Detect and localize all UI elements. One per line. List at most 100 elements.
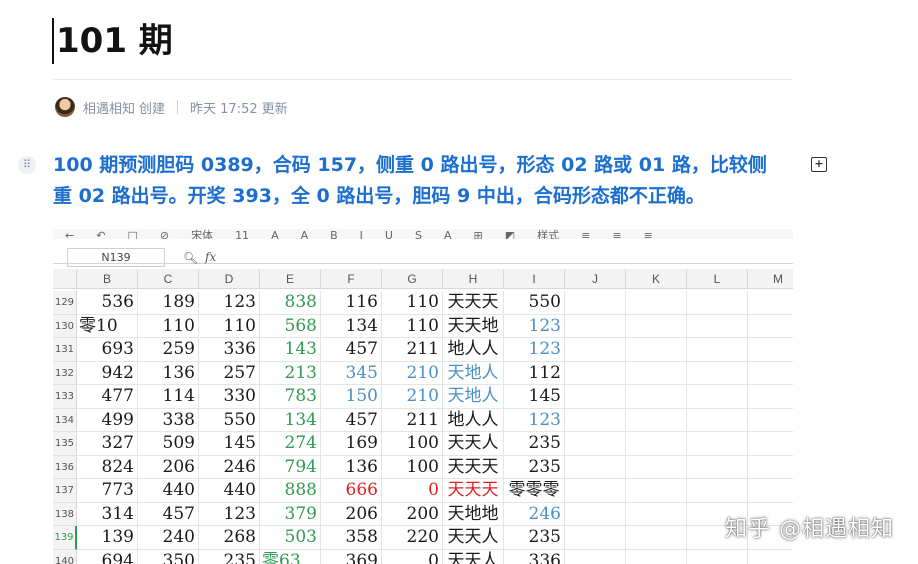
table-cell: 136 [321, 455, 382, 479]
table-cell: 145 [504, 385, 565, 409]
add-comment-icon[interactable]: + [811, 157, 827, 172]
table-cell: 213 [260, 361, 321, 385]
table-cell: 457 [321, 338, 382, 362]
author-name[interactable]: 相遇相知 [83, 98, 135, 117]
column-header-M: M [748, 269, 793, 289]
page-title: 101 期 [52, 18, 173, 64]
table-cell [748, 479, 793, 503]
update-time: 昨天 17:52 [190, 101, 258, 117]
table-cell: 345 [321, 361, 382, 385]
table-cell: 天天天 [443, 291, 504, 315]
column-header-L: L [687, 269, 748, 289]
table-cell: 150 [321, 385, 382, 409]
column-header-F: F [321, 269, 382, 289]
table-cell [748, 550, 793, 564]
row-header: 129 [53, 291, 77, 315]
table-cell: 246 [199, 455, 260, 479]
table-cell: 457 [321, 408, 382, 432]
table-cell: 123 [199, 291, 260, 315]
table-cell: 694 [77, 549, 138, 564]
column-header-C: C [138, 269, 199, 289]
row-header: 139 [53, 526, 77, 550]
name-box: N139 [67, 248, 165, 267]
table-cell: 天天天 [443, 479, 504, 503]
table-cell: 210 [382, 385, 443, 409]
table-cell: 天地人 [443, 361, 504, 385]
avatar[interactable] [55, 97, 75, 117]
spreadsheet-image: ← ↶ □ ⊘ 宋体 11 A A B I U S A ⊞ ◩ 样式 ≡ ≡ ≡ N139 🔍︎ fx BCDEFG… [53, 229, 793, 564]
table-cell: 100 [382, 432, 443, 456]
table-cell: 327 [77, 432, 138, 456]
column-header-H: H [443, 269, 504, 289]
table-cell [565, 479, 626, 503]
table-cell: 259 [138, 338, 199, 362]
table-cell: 天天地 [443, 314, 504, 338]
table-cell: 天地人 [443, 385, 504, 409]
table-cell [626, 338, 687, 362]
table-cell: 地人人 [443, 338, 504, 362]
table-cell: 0 [382, 549, 443, 564]
table-cell: 358 [321, 526, 382, 550]
table-cell [687, 385, 748, 409]
table-cell [687, 361, 748, 385]
drag-handle-icon[interactable]: ⠿ [18, 156, 36, 174]
table-cell: 942 [77, 361, 138, 385]
column-header-G: G [382, 269, 443, 289]
table-cell [687, 549, 748, 564]
row-header: 135 [53, 432, 77, 456]
table-cell: 天天人 [443, 549, 504, 564]
table-cell: 100 [382, 455, 443, 479]
table-cell: 274 [260, 432, 321, 456]
table-cell [565, 338, 626, 362]
table-cell: 110 [382, 314, 443, 338]
column-header-B: B [77, 269, 138, 289]
table-cell: 477 [77, 385, 138, 409]
column-header-D: D [199, 269, 260, 289]
table-cell [626, 502, 687, 526]
table-cell [687, 314, 748, 338]
table-cell: 568 [260, 314, 321, 338]
table-cell [565, 526, 626, 550]
table-cell: 110 [199, 314, 260, 338]
table-cell: 136 [138, 361, 199, 385]
table-cell: 116 [321, 291, 382, 315]
author-meta: 相遇相知 创建 昨天 17:52 更新 [55, 96, 288, 118]
table-cell: 794 [260, 455, 321, 479]
table-cell [565, 385, 626, 409]
table-cell [565, 549, 626, 564]
create-label: 创建 [139, 101, 166, 117]
table-cell: 零零零 [504, 479, 565, 503]
row-header: 137 [53, 479, 77, 503]
table-cell: 123 [504, 338, 565, 362]
table-cell: 206 [138, 455, 199, 479]
table-cell: 693 [77, 338, 138, 362]
table-cell: 210 [382, 361, 443, 385]
table-cell [748, 385, 793, 409]
table-cell [565, 361, 626, 385]
column-header-K: K [626, 269, 687, 289]
table-cell [626, 455, 687, 479]
column-header-E: E [260, 269, 321, 289]
table-cell: 838 [260, 291, 321, 315]
table-cell: 350 [138, 549, 199, 564]
meta-separator [177, 100, 179, 114]
table-cell: 235 [504, 526, 565, 550]
zoom-icon: 🔍︎ [183, 251, 199, 265]
table-cell: 773 [77, 479, 138, 503]
table-cell: 240 [138, 526, 199, 550]
table-cell: 天天人 [443, 432, 504, 456]
row-header: 140 [53, 549, 77, 564]
table-cell: 145 [199, 432, 260, 456]
table-cell [626, 314, 687, 338]
table-cell: 零10 [77, 314, 138, 338]
table-cell: 503 [260, 526, 321, 550]
table-cell [687, 408, 748, 432]
table-cell: 143 [260, 338, 321, 362]
table-cell: 440 [138, 479, 199, 503]
table-cell [565, 502, 626, 526]
table-cell: 天地地 [443, 502, 504, 526]
table-cell [687, 338, 748, 362]
table-cell: 235 [504, 455, 565, 479]
table-cell: 123 [504, 408, 565, 432]
table-cell: 211 [382, 408, 443, 432]
